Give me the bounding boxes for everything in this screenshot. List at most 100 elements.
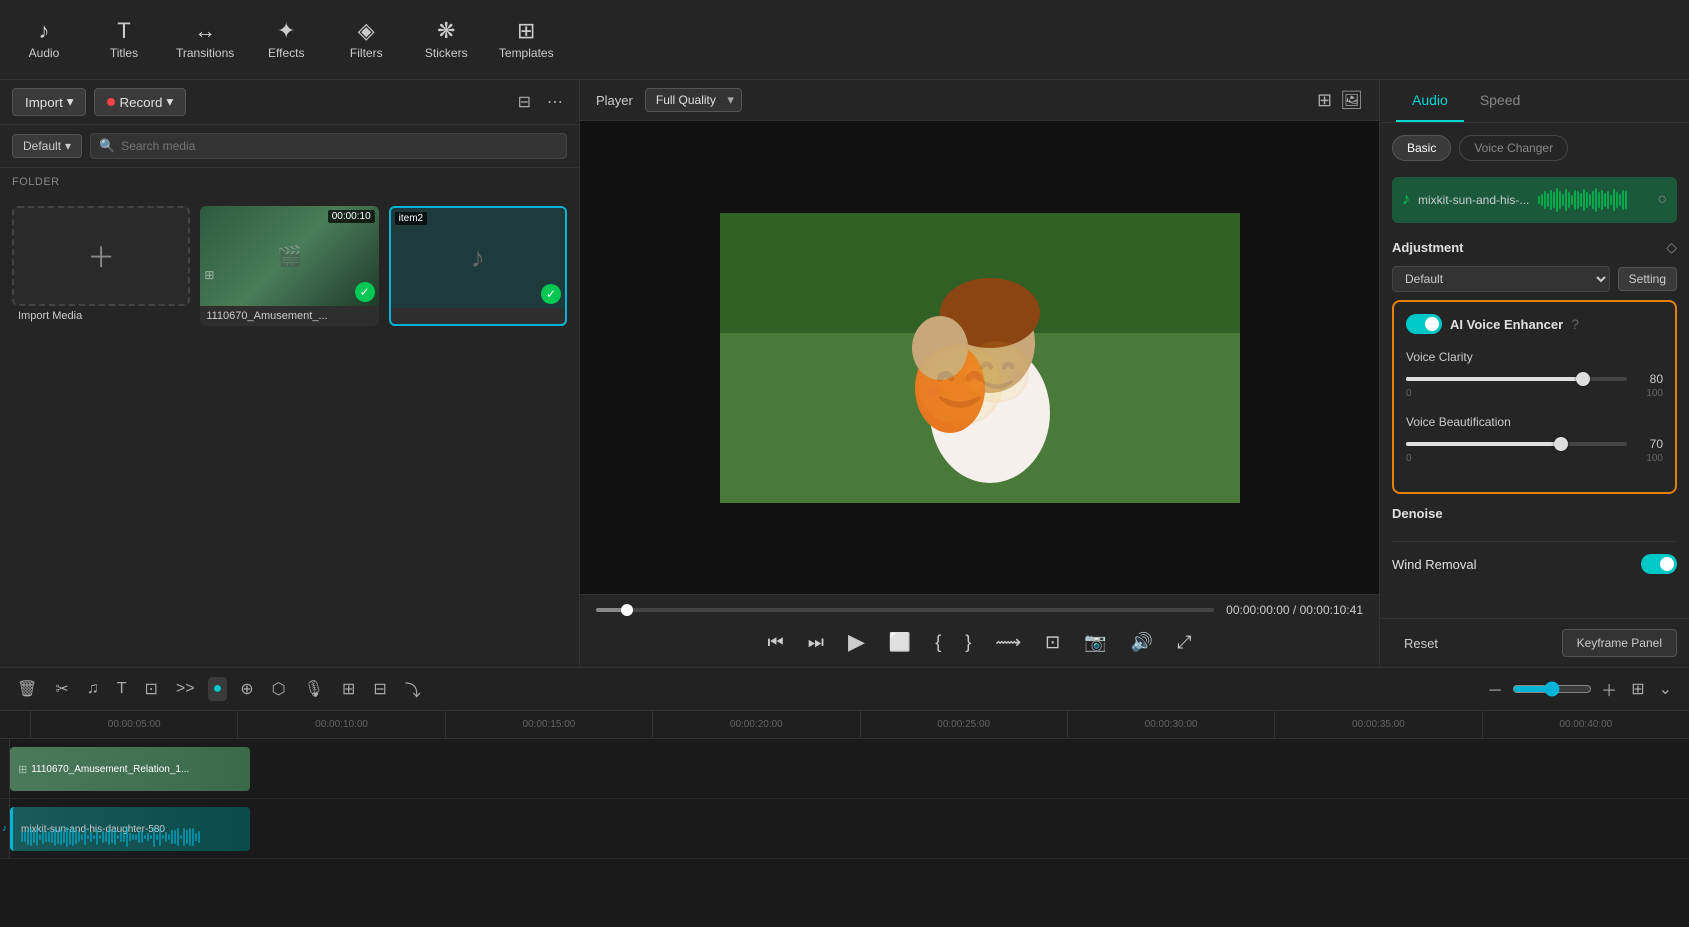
reset-button[interactable]: Reset (1392, 629, 1450, 657)
audio-track-clip[interactable]: mixkit-sun-and-his-daughter-580 (10, 807, 250, 851)
search-input[interactable] (121, 139, 558, 153)
denoise-title: Denoise (1392, 506, 1677, 521)
more-options-icon[interactable]: ⋯ (543, 88, 567, 116)
nav-titles[interactable]: T Titles (96, 20, 152, 60)
wind-removal-toggle[interactable] (1641, 554, 1677, 574)
ripple-button[interactable]: ● (208, 677, 228, 701)
progress-bar[interactable] (596, 608, 1214, 612)
default-dropdown[interactable]: Default ▾ (12, 134, 82, 158)
shield-button[interactable]: ⬡ (267, 676, 291, 702)
adjustment-title: Adjustment (1392, 240, 1464, 255)
nav-effects[interactable]: ✦ Effects (258, 20, 314, 60)
quality-wrapper: Full Quality 1/2 Quality 1/4 Quality (645, 88, 742, 112)
nav-effects-label: Effects (268, 46, 304, 60)
split-button[interactable]: ⊞ (337, 676, 360, 702)
skip-back-button[interactable]: ⏮ (764, 628, 788, 657)
keyframe-panel-button[interactable]: Keyframe Panel (1562, 629, 1677, 657)
import-media-item[interactable]: ＋ Import Media (12, 206, 190, 326)
video-thumb: 🎬 00:00:10 ⊞ ✓ (200, 206, 378, 306)
crop-button[interactable]: ⊡ (140, 676, 163, 702)
screen-button[interactable]: ⊡ (1041, 628, 1064, 657)
ruler-mark: 00:00:05:00 (30, 711, 237, 739)
zoom-slider[interactable] (1512, 681, 1592, 697)
pip-button[interactable]: ⊟ (368, 676, 391, 702)
text-button[interactable]: T (112, 677, 132, 701)
wind-removal-label: Wind Removal (1392, 557, 1477, 572)
ai-voice-toggle[interactable] (1406, 314, 1442, 334)
subtab-basic[interactable]: Basic (1392, 135, 1451, 161)
filter-icon[interactable]: ⊟ (514, 88, 535, 116)
grid-view-icon[interactable]: ⊞ (1317, 90, 1332, 111)
help-icon[interactable]: ? (1571, 316, 1579, 332)
stop-button[interactable]: ⬜ (885, 628, 915, 657)
ai-toggle-row: AI Voice Enhancer ? (1406, 314, 1663, 334)
player-bar: Player Full Quality 1/2 Quality 1/4 Qual… (580, 80, 1379, 121)
delete-button[interactable]: 🗑 (12, 676, 42, 702)
quality-select[interactable]: Full Quality 1/2 Quality 1/4 Quality (645, 88, 742, 112)
video-track-content: ⊞ 1110670_Amusement_Relation_1... (10, 739, 1689, 798)
video-track-row: ⊞ 1110670_Amusement_Relation_1... (0, 739, 1689, 799)
progress-handle[interactable] (621, 604, 633, 616)
mark-in-button[interactable]: { (931, 628, 945, 657)
audio-detach-button[interactable]: ♫ (82, 677, 104, 701)
time-display: 00:00:00:00 / 00:00:10:41 (1226, 603, 1363, 617)
subtab-voice-changer[interactable]: Voice Changer (1459, 135, 1568, 161)
frame-back-button[interactable]: ⏭ (804, 628, 828, 657)
audio-thumb: item2 ♪ ✓ (391, 208, 565, 308)
media-item-video[interactable]: 🎬 00:00:10 ⊞ ✓ 1110670_Amusement_... (200, 206, 378, 326)
nav-transitions[interactable]: ↔ Transitions (176, 20, 234, 60)
adjustment-select[interactable]: Default (1392, 266, 1610, 292)
voice-clarity-label: Voice Clarity (1406, 350, 1663, 364)
image-view-icon[interactable]: 🖼 (1340, 90, 1363, 111)
music-icon: ♪ (1402, 191, 1410, 209)
video-track-label-area (0, 739, 10, 798)
diamond-icon: ◇ (1666, 239, 1677, 256)
media-grid: ＋ Import Media 🎬 00:00:10 ⊞ ✓ 1110670_Am… (0, 196, 579, 336)
zoom-in-button[interactable]: ＋ (1596, 674, 1622, 704)
nav-stickers-label: Stickers (425, 46, 468, 60)
nav-templates[interactable]: ⊞ Templates (498, 20, 554, 60)
timeline-tracks: ⊞ 1110670_Amusement_Relation_1... ♪ mixk… (0, 739, 1689, 927)
snapshot-button[interactable]: 📷 (1080, 628, 1110, 657)
import-chevron-icon: ▾ (67, 94, 74, 110)
voice-clarity-max: 100 (1646, 388, 1663, 399)
cut-button[interactable]: ✂ (50, 676, 73, 702)
ruler-mark: 00:00:20:00 (652, 711, 859, 739)
grid-layout-button[interactable]: ⊞ (1626, 676, 1649, 702)
mic-button[interactable]: 🎙 (299, 676, 329, 702)
right-bottom-bar: Reset Keyframe Panel (1380, 618, 1689, 667)
play-button[interactable]: ▶ (844, 625, 869, 659)
voice-beautification-slider[interactable] (1406, 442, 1627, 446)
record-button[interactable]: Record ▾ (94, 88, 186, 116)
volume-button[interactable]: 🔊 (1127, 628, 1157, 657)
effects-icon: ✦ (277, 20, 295, 42)
insert-button[interactable]: ⤵ (400, 674, 426, 704)
nav-audio[interactable]: ♪ Audio (16, 20, 72, 60)
music-circle-icon: ○ (1657, 191, 1667, 209)
fullscreen-button[interactable]: ⤢ (1173, 628, 1195, 657)
voice-beautification-handle[interactable] (1554, 437, 1568, 451)
voice-clarity-handle[interactable] (1576, 372, 1590, 386)
music-track-item[interactable]: ♪ mixkit-sun-and-his-... ○ (1392, 177, 1677, 223)
expand-button[interactable]: >> (171, 677, 200, 701)
transitions-icon: ↔ (194, 20, 216, 42)
zoom-out-button[interactable]: － (1482, 674, 1508, 704)
tab-speed[interactable]: Speed (1464, 80, 1536, 122)
import-plus-area[interactable]: ＋ (12, 206, 190, 306)
export-frame-button[interactable]: ⟿ (991, 628, 1025, 657)
record-dot-icon (107, 98, 115, 106)
tab-audio[interactable]: Audio (1396, 80, 1464, 122)
top-navigation: ♪ Audio T Titles ↔ Transitions ✦ Effects… (0, 0, 1689, 80)
snap-button[interactable]: ⊕ (235, 676, 258, 702)
filters-icon: ◈ (358, 20, 375, 42)
nav-filters[interactable]: ◈ Filters (338, 20, 394, 60)
voice-clarity-slider[interactable] (1406, 377, 1627, 381)
import-button[interactable]: Import ▾ (12, 88, 86, 116)
layout-option-button[interactable]: ⌄ (1654, 676, 1677, 702)
media-item-audio[interactable]: item2 ♪ ✓ (389, 206, 567, 326)
setting-button[interactable]: Setting (1618, 267, 1677, 291)
ruler-mark: 00:00:35:00 (1274, 711, 1481, 739)
nav-stickers[interactable]: ❋ Stickers (418, 20, 474, 60)
mark-out-button[interactable]: } (961, 628, 975, 657)
video-track-clip[interactable]: ⊞ 1110670_Amusement_Relation_1... (10, 747, 250, 791)
